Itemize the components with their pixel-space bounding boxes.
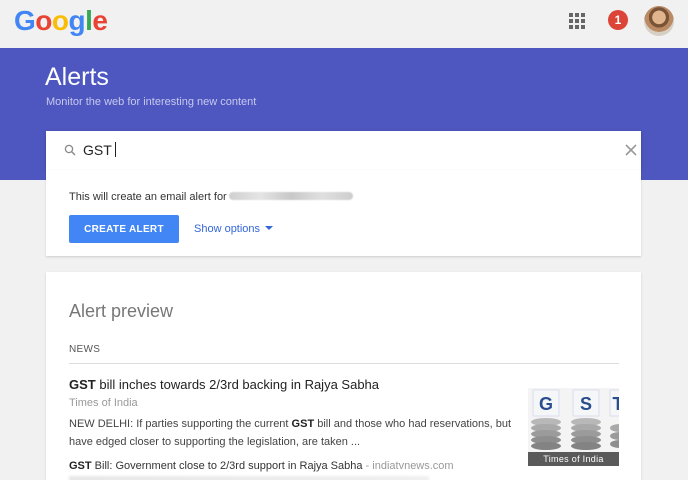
google-logo[interactable]: Google [14, 5, 108, 37]
article-snippet: NEW DELHI: If parties supporting the cur… [69, 415, 514, 451]
highlight: GST [69, 377, 96, 392]
article-2-title: Bill: Government close to 2/3rd support … [91, 460, 363, 472]
email-alert-label: This will create an email alert for [69, 191, 227, 203]
alert-preview-card: Alert preview NEWS GST bill inches towar… [46, 272, 641, 480]
page-title: Alerts [45, 63, 109, 91]
highlight: GST [69, 460, 92, 472]
show-options-link[interactable]: Show options [194, 223, 274, 235]
article-2-source: - indiatvnews.com [362, 460, 454, 472]
logo-letter: l [85, 5, 93, 36]
highlight: GST [291, 418, 315, 430]
show-options-label: Show options [194, 223, 261, 235]
thumbnail-caption: Times of India [528, 452, 619, 466]
page-subtitle: Monitor the web for interesting new cont… [46, 96, 257, 108]
text-caret [114, 142, 116, 157]
search-query[interactable]: GST [83, 142, 116, 158]
close-icon[interactable] [624, 143, 638, 157]
create-alert-button[interactable]: CREATE ALERT [69, 215, 179, 243]
search-input[interactable]: GST [46, 131, 641, 170]
apps-grid-icon[interactable] [569, 13, 585, 29]
logo-letter: G [14, 5, 36, 36]
logo-letter: e [92, 5, 108, 36]
article-thumbnail[interactable]: G S T Times of India [528, 388, 619, 466]
create-alert-card: This will create an email alert for CREA… [46, 170, 641, 256]
logo-letter: g [68, 5, 86, 36]
thumb-letter: S [580, 394, 592, 414]
logo-letter: o [51, 5, 69, 36]
article-title: bill inches towards 2/3rd backing in Raj… [95, 377, 380, 392]
article-title-link[interactable]: GST bill inches towards 2/3rd backing in… [69, 377, 379, 392]
article-3-cutoff [69, 476, 429, 480]
news-section-label: NEWS [69, 344, 101, 355]
article-2-title-link[interactable]: GST Bill: Government close to 2/3rd supp… [69, 460, 454, 472]
search-icon [64, 144, 76, 156]
thumb-letter: T [613, 394, 620, 414]
redacted-email [228, 192, 353, 200]
logo-letter: o [35, 5, 52, 36]
preview-title: Alert preview [69, 301, 174, 321]
divider [69, 363, 619, 364]
thumb-letter: G [539, 394, 553, 414]
avatar[interactable] [644, 6, 674, 36]
search-query-text: GST [83, 142, 112, 158]
email-alert-info: This will create an email alert for [69, 191, 353, 203]
notification-badge[interactable]: 1 [608, 10, 628, 30]
top-bar: Google 1 [0, 0, 688, 48]
snippet-text: NEW DELHI: If parties supporting the cur… [69, 418, 292, 430]
dropdown-arrow-icon [265, 226, 274, 230]
gst-coins-image: G S T [528, 388, 619, 452]
article-source: Times of India [69, 397, 138, 409]
